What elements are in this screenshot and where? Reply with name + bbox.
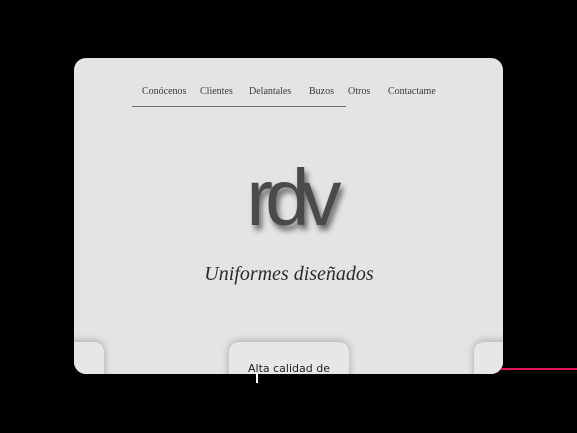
nav-link-otros[interactable]: Otros — [348, 86, 370, 97]
page-stage: Conócenos Clientes Delantales Buzos Otro… — [0, 0, 577, 433]
nav-link-conocenos[interactable]: Conócenos — [142, 86, 186, 97]
top-navigation: Conócenos Clientes Delantales Buzos Otro… — [132, 80, 436, 107]
nav-link-buzos[interactable]: Buzos — [309, 86, 334, 97]
brand-logo: rdv — [246, 153, 341, 242]
feature-card-title: Alta calidad de — [248, 362, 330, 374]
accent-divider — [501, 368, 577, 370]
feature-card-left[interactable] — [74, 342, 104, 374]
feature-card-right[interactable] — [474, 342, 503, 374]
nav-link-delantales[interactable]: Delantales — [249, 86, 291, 97]
nav-link-clientes[interactable]: Clientes — [200, 86, 233, 97]
text-cursor — [256, 373, 258, 383]
nav-link-contactame[interactable]: Contactame — [388, 86, 436, 97]
site-preview-card: Conócenos Clientes Delantales Buzos Otro… — [74, 58, 503, 374]
hero-tagline: Uniformes diseñados — [204, 263, 374, 285]
feature-card-center[interactable]: Alta calidad de — [229, 342, 349, 374]
